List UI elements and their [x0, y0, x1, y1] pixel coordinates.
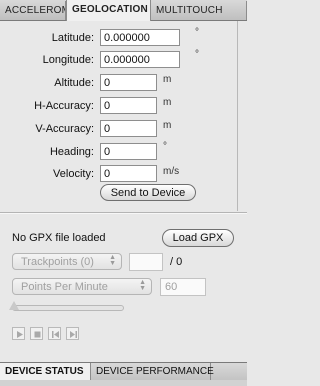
select-arrows-icon: ▲ ▼	[139, 279, 146, 292]
longitude-input[interactable]: 0.000000	[100, 51, 180, 68]
longitude-unit: °	[195, 49, 199, 60]
tab-geolocation[interactable]: GEOLOCATION	[66, 0, 151, 21]
tab-device-performance[interactable]: DEVICE PERFORMANCE	[91, 363, 214, 380]
play-button[interactable]	[12, 327, 25, 340]
section-divider	[0, 212, 247, 214]
v-accuracy-input[interactable]: 0	[100, 120, 157, 137]
tab-device-status[interactable]: DEVICE STATUS	[0, 363, 91, 380]
v-accuracy-label: V-Accuracy:	[35, 123, 94, 135]
previous-button[interactable]	[48, 327, 61, 340]
latitude-label: Latitude:	[51, 32, 94, 44]
top-tab-bar: ACCELEROMETER GEOLOCATION MULTITOUCH	[0, 0, 247, 21]
stop-button[interactable]	[30, 327, 43, 340]
h-accuracy-unit: m	[163, 97, 172, 108]
velocity-input[interactable]: 0	[100, 165, 157, 182]
longitude-label: Longitude:	[42, 54, 94, 66]
playback-slider-track[interactable]	[12, 305, 124, 311]
velocity-label: Velocity:	[53, 168, 94, 180]
trackpoints-select[interactable]: Trackpoints (0) ▲ ▼	[12, 253, 122, 270]
panel-footer	[0, 380, 247, 386]
speed-unit-select-value: Points Per Minute	[21, 281, 108, 293]
latitude-input[interactable]: 0.000000	[100, 29, 180, 46]
skip-back-icon	[52, 331, 59, 338]
gpx-status-text: No GPX file loaded	[12, 232, 106, 244]
load-gpx-button[interactable]: Load GPX	[162, 229, 234, 247]
v-accuracy-unit: m	[163, 120, 172, 131]
velocity-unit: m/s	[163, 166, 180, 177]
altitude-unit: m	[163, 74, 172, 85]
playback-slider-thumb[interactable]	[9, 301, 19, 310]
play-icon	[17, 331, 23, 338]
latitude-unit: °	[195, 27, 199, 38]
geolocation-panel: ACCELEROMETER GEOLOCATION MULTITOUCH Lat…	[0, 0, 247, 386]
stop-icon	[34, 331, 41, 338]
trackpoints-select-value: Trackpoints (0)	[21, 256, 94, 268]
bottom-tab-bar: DEVICE STATUS DEVICE PERFORMANCE	[0, 362, 247, 381]
panel-edge	[237, 21, 238, 211]
h-accuracy-label: H-Accuracy:	[34, 100, 94, 112]
altitude-input[interactable]: 0	[100, 74, 157, 91]
heading-label: Heading:	[49, 146, 94, 158]
select-arrows-icon: ▲ ▼	[109, 254, 116, 267]
next-button[interactable]	[66, 327, 79, 340]
heading-unit: °	[163, 141, 167, 152]
send-to-device-button[interactable]: Send to Device	[100, 184, 196, 201]
trackpoint-index-input[interactable]	[129, 253, 163, 271]
tab-multitouch[interactable]: MULTITOUCH	[151, 1, 247, 20]
trackpoint-total: / 0	[170, 256, 183, 268]
heading-input[interactable]: 0	[100, 143, 157, 160]
skip-forward-icon	[70, 331, 77, 338]
altitude-label: Altitude:	[54, 77, 94, 89]
h-accuracy-input[interactable]: 0	[100, 97, 157, 114]
speed-value-input[interactable]: 60	[160, 278, 206, 296]
tab-accelerometer[interactable]: ACCELEROMETER	[0, 1, 66, 20]
speed-unit-select[interactable]: Points Per Minute ▲ ▼	[12, 278, 152, 295]
